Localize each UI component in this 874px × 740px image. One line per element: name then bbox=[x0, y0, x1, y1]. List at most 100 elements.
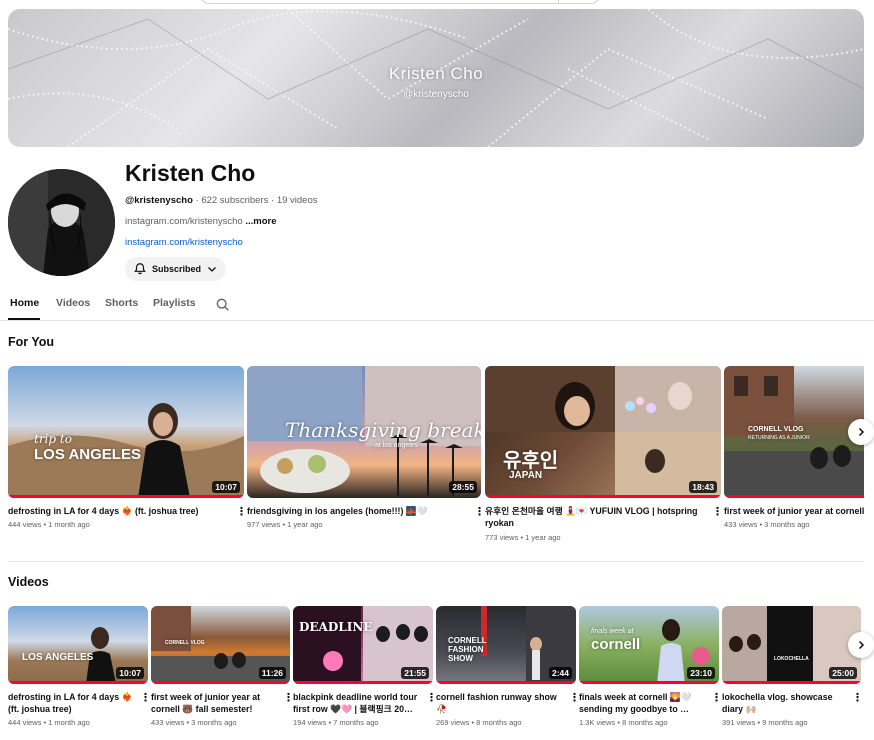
video-title[interactable]: defrosting in LA for 4 days ❤️‍🔥 (ft. jo… bbox=[8, 505, 228, 517]
tab-home[interactable]: Home bbox=[10, 297, 39, 309]
banner-channel-name: Kristen Cho bbox=[388, 64, 484, 83]
video-age: 1 year ago bbox=[287, 520, 323, 529]
video-meta: 444 views • 1 month ago bbox=[8, 520, 90, 529]
more-vert-icon[interactable]: ⋮ bbox=[711, 693, 722, 704]
channel-handle: @kristenyscho bbox=[125, 195, 193, 206]
thumbnail-text: finals week at bbox=[591, 628, 634, 635]
video-age: 8 months ago bbox=[476, 718, 522, 727]
channel-external-link[interactable]: instagram.com/kristenyscho bbox=[125, 237, 243, 248]
videos-heading: Videos bbox=[8, 575, 49, 589]
top-search-bar[interactable] bbox=[200, 0, 600, 4]
video-thumbnail[interactable]: trip to LOS ANGELES 10:07 bbox=[8, 366, 244, 498]
tab-videos[interactable]: Videos bbox=[56, 297, 90, 309]
subscribed-button[interactable]: Subscribed bbox=[125, 257, 226, 281]
video-views: 773 views bbox=[485, 533, 519, 542]
watch-progress bbox=[8, 681, 148, 684]
video-meta: 269 views • 8 months ago bbox=[436, 718, 522, 727]
video-title[interactable]: defrosting in LA for 4 days ❤️‍🔥 (ft. jo… bbox=[8, 691, 134, 715]
video-duration: 28:55 bbox=[449, 481, 477, 493]
shelf-next-button[interactable] bbox=[848, 419, 874, 445]
video-duration: 23:10 bbox=[687, 667, 715, 679]
video-thumbnail[interactable]: LOKOCHELLA 25:00 bbox=[722, 606, 861, 684]
video-views: 977 views bbox=[247, 520, 281, 529]
more-vert-icon[interactable]: ⋮ bbox=[852, 693, 863, 704]
video-age: 3 months ago bbox=[764, 520, 810, 529]
more-vert-icon[interactable]: ⋮ bbox=[712, 507, 723, 518]
video-thumbnail[interactable]: Thanksgiving break at los angeles 28:55 bbox=[247, 366, 481, 498]
banner-handle: @kristenyscho bbox=[403, 89, 469, 100]
more-vert-icon[interactable]: ⋮ bbox=[474, 507, 485, 518]
video-thumbnail[interactable]: DEADLINE 21:55 bbox=[293, 606, 433, 684]
channel-description[interactable]: instagram.com/kristenyscho ...more bbox=[125, 216, 277, 227]
watch-progress bbox=[8, 495, 244, 498]
watch-progress bbox=[722, 681, 861, 684]
video-views: 433 views bbox=[724, 520, 758, 529]
thumbnail-text: JAPAN bbox=[509, 470, 543, 481]
video-title[interactable]: friendsgiving in los angeles (home!!!) 🌉… bbox=[247, 505, 467, 517]
video-title[interactable]: cornell fashion runway show 🥀 bbox=[436, 691, 563, 715]
thumbnail-text: LOKOCHELLA bbox=[774, 656, 809, 662]
thumbnail-text: trip to bbox=[34, 432, 72, 446]
chevron-down-icon bbox=[208, 267, 216, 272]
chevron-right-icon bbox=[858, 427, 865, 437]
description-text: instagram.com/kristenyscho bbox=[125, 216, 243, 227]
video-age: 1 year ago bbox=[525, 533, 561, 542]
video-meta: 194 views • 7 months ago bbox=[293, 718, 379, 727]
thumbnail-text: LOS ANGELES bbox=[34, 446, 141, 463]
video-title[interactable]: 유후인 온천마을 여행 🧘‍♀️💌 YUFUIN VLOG | hotsprin… bbox=[485, 505, 707, 529]
video-thumbnail[interactable]: CORNELL VLOG 11:26 bbox=[151, 606, 290, 684]
video-title[interactable]: first week of junior year at cornell 🐻 f… bbox=[151, 691, 277, 715]
search-icon bbox=[216, 298, 229, 311]
video-views: 1.3K views bbox=[579, 718, 616, 727]
thumbnail-text: Thanksgiving break bbox=[285, 418, 481, 442]
more-vert-icon[interactable]: ⋮ bbox=[140, 693, 151, 704]
tab-shorts[interactable]: Shorts bbox=[105, 297, 138, 309]
tab-playlists[interactable]: Playlists bbox=[153, 297, 196, 309]
more-vert-icon[interactable]: ⋮ bbox=[236, 507, 247, 518]
channel-banner: Kristen Cho @kristenyscho bbox=[8, 9, 864, 147]
video-duration: 18:43 bbox=[689, 481, 717, 493]
video-views: 433 views bbox=[151, 718, 185, 727]
thumbnail-text: CORNELL VLOG bbox=[165, 640, 205, 646]
section-divider bbox=[8, 561, 864, 562]
video-thumbnail[interactable]: 유후인 JAPAN 18:43 bbox=[485, 366, 721, 498]
subscribed-label: Subscribed bbox=[152, 264, 202, 274]
watch-progress bbox=[579, 681, 719, 684]
video-thumbnail[interactable]: finals week at cornell 23:10 bbox=[579, 606, 719, 684]
video-title[interactable]: blackpink deadline world tour first row … bbox=[293, 691, 420, 715]
shelf-next-button[interactable] bbox=[848, 632, 874, 658]
video-meta: 433 views • 3 months ago bbox=[151, 718, 237, 727]
video-age: 9 months ago bbox=[762, 718, 808, 727]
video-meta: 977 views • 1 year ago bbox=[247, 520, 323, 529]
video-duration: 25:00 bbox=[829, 667, 857, 679]
video-duration: 2:44 bbox=[548, 667, 572, 679]
channel-stats: · 622 subscribers · 19 videos bbox=[195, 195, 318, 206]
bell-icon bbox=[134, 263, 146, 275]
video-meta: 433 views • 3 months ago bbox=[724, 520, 810, 529]
video-duration: 10:07 bbox=[212, 481, 240, 493]
avatar-photo bbox=[8, 169, 115, 276]
video-duration: 10:07 bbox=[116, 667, 144, 679]
video-age: 3 months ago bbox=[191, 718, 237, 727]
video-title[interactable]: finals week at cornell 🌄🤍 sending my goo… bbox=[579, 691, 705, 715]
thumbnail-text: at los angeles bbox=[375, 442, 419, 449]
video-title[interactable]: lokochella vlog. showcase diary 🙌🏼 bbox=[722, 691, 846, 715]
thumbnail-text: RETURNING AS A JUNIOR bbox=[748, 435, 810, 441]
video-thumbnail[interactable]: LOS ANGELES 10:07 bbox=[8, 606, 148, 684]
avatar[interactable] bbox=[8, 169, 115, 276]
channel-name: Kristen Cho bbox=[125, 160, 256, 186]
watch-progress bbox=[293, 681, 433, 684]
video-thumbnail[interactable]: CORNELL VLOG RETURNING AS A JUNIOR bbox=[724, 366, 864, 498]
tab-search[interactable] bbox=[215, 297, 231, 318]
video-meta: 391 views • 9 months ago bbox=[722, 718, 808, 727]
thumbnail-text: DEADLINE bbox=[299, 620, 373, 634]
more-link[interactable]: ...more bbox=[245, 216, 276, 227]
thumbnail-text: 유후인 bbox=[503, 450, 559, 472]
video-thumbnail[interactable]: CORNELL FASHION SHOW 2:44 bbox=[436, 606, 576, 684]
chevron-right-icon bbox=[858, 640, 865, 650]
video-views: 269 views bbox=[436, 718, 470, 727]
video-meta: 444 views • 1 month ago bbox=[8, 718, 90, 727]
channel-tabs: Home Videos Shorts Playlists bbox=[0, 294, 874, 321]
video-title[interactable]: first week of junior year at cornell bbox=[724, 505, 864, 517]
video-views: 444 views bbox=[8, 520, 42, 529]
